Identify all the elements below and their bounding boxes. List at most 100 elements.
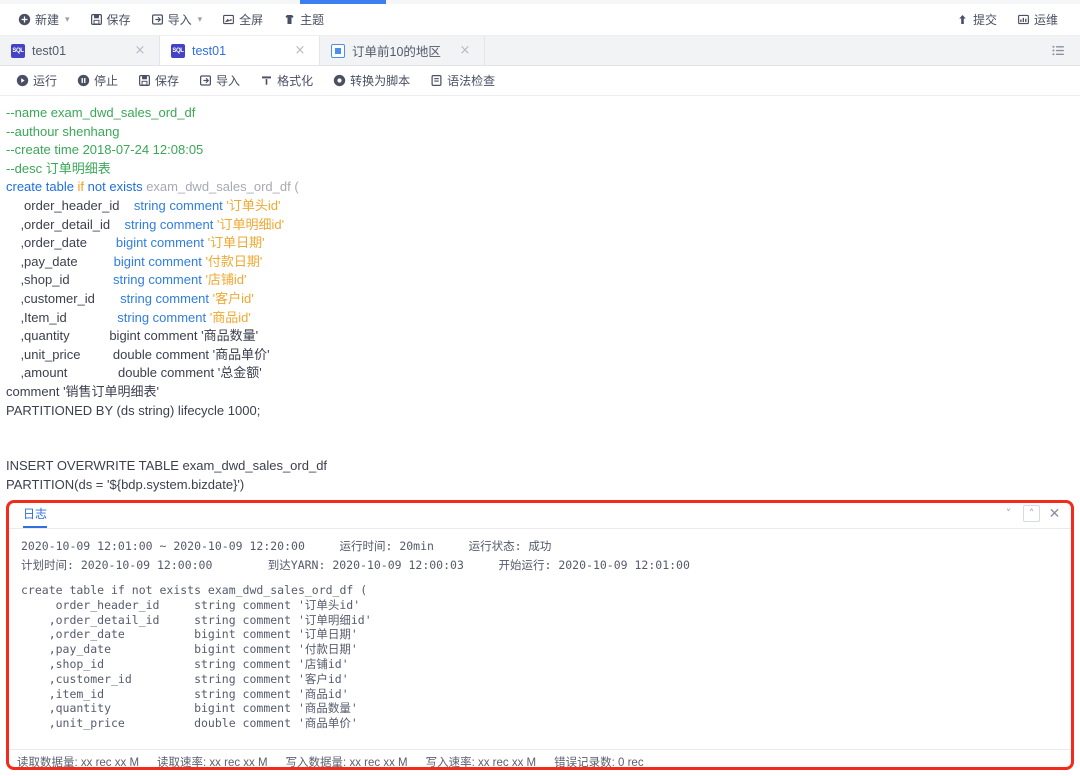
status-item-value: xx rec xx M — [477, 756, 537, 769]
tab-list-icon[interactable] — [1037, 36, 1080, 65]
sql-file-icon: SQL — [11, 43, 25, 58]
convert-script-button-label: 转换为脚本 — [350, 74, 411, 88]
editor-line: ,pay_date bigint comment '付款日期' — [6, 253, 1080, 272]
editor-toolbar: 运行 停止 保存 导入 格式化 转换为脚本 语法检查 — [0, 66, 1080, 96]
save-icon — [90, 13, 103, 26]
save-icon — [138, 74, 151, 87]
syntax-check-button-label: 语法检查 — [447, 74, 496, 88]
new-button[interactable]: 新建 ▾ — [8, 8, 80, 32]
import-button-label: 导入 — [167, 13, 192, 27]
expand-up-icon[interactable]: ˄ — [1023, 505, 1040, 522]
editor-token: comment '销售订单明细表' — [6, 383, 160, 399]
tab-log[interactable]: 日志 — [23, 505, 48, 528]
editor-token: exam_dwd_sales_ord_df ( — [146, 179, 299, 195]
tab-order-top10-region[interactable]: 订单前10的地区 × — [320, 36, 485, 65]
editor-token: string comment — [120, 290, 210, 306]
editor-line: ,Item_id string comment '商品id' — [6, 309, 1080, 328]
editor-token: ,customer_id — [6, 290, 121, 306]
tab-bar: SQL test01 × SQL test01 × 订单前10的地区 × — [0, 36, 1080, 66]
chart-file-icon — [331, 43, 345, 58]
editor-token: ,quantity bigint comment '商品数量' — [6, 328, 259, 344]
status-item-label: 写入速率: — [425, 756, 478, 769]
editor-token: PARTITIONED BY (ds string) lifecycle 100… — [6, 402, 261, 418]
editor-line: create table if not exists exam_dwd_sale… — [6, 178, 1080, 197]
close-icon[interactable]: ✕ — [1046, 505, 1063, 522]
tab-label: test01 — [32, 43, 67, 58]
stop-button[interactable]: 停止 — [67, 69, 128, 93]
log-panel: 日志 ˅ ˄ ✕ 2020-10-09 12:01:00 ~ 2020-10-0… — [9, 503, 1071, 767]
editor-save-button-label: 保存 — [155, 74, 180, 88]
editor-token: create table — [6, 179, 78, 195]
editor-import-button[interactable]: 导入 — [189, 69, 250, 93]
editor-token: ,order_date — [6, 235, 116, 251]
editor-line: PARTITION(ds = '${bdp.system.bizdate}') — [6, 476, 1080, 495]
format-icon — [260, 74, 273, 87]
editor-line: ,order_date bigint comment '订单日期' — [6, 234, 1080, 253]
editor-token: '付款日期' — [201, 253, 263, 269]
save-button-label: 保存 — [106, 13, 131, 27]
ops-button[interactable]: 运维 — [1007, 8, 1068, 32]
convert-script-button[interactable]: 转换为脚本 — [323, 69, 420, 93]
chevron-down-icon: ▾ — [197, 14, 203, 24]
run-button[interactable]: 运行 — [6, 69, 67, 93]
chevron-down-icon: ▾ — [65, 14, 70, 24]
sql-editor[interactable]: --name exam_dwd_sales_ord_df --authour sh… — [0, 96, 1080, 496]
editor-token: ,order_detail_id — [6, 216, 125, 232]
play-icon — [16, 74, 29, 87]
editor-line: --authour shenhang — [6, 123, 1080, 142]
tab-close-icon[interactable]: × — [293, 44, 307, 58]
tab-test01-2[interactable]: SQL test01 × — [160, 36, 320, 65]
editor-token: order_header_id — [6, 197, 134, 213]
format-button[interactable]: 格式化 — [250, 69, 323, 93]
editor-line: INSERT OVERWRITE TABLE exam_dwd_sales_or… — [6, 457, 1080, 476]
log-body[interactable]: create table if not exists exam_dwd_sale… — [9, 577, 1071, 735]
editor-token: '订单日期' — [204, 235, 265, 251]
editor-token: --create time 2018-07-24 12:08:05 — [6, 142, 204, 158]
status-item-value: xx rec xx M — [209, 756, 268, 769]
upload-arrow-icon — [956, 13, 969, 26]
status-item: 读取数据量: xx rec xx M — [17, 754, 139, 770]
submit-button[interactable]: 提交 — [946, 8, 1007, 32]
plus-circle-icon — [18, 13, 31, 26]
editor-token: ,Item_id — [6, 309, 118, 325]
editor-token: string comment — [124, 216, 214, 232]
main-toolbar-right: 提交 运维 — [946, 8, 1080, 32]
editor-line: ,shop_id string comment '店铺id' — [6, 271, 1080, 290]
editor-line: order_header_id string comment '订单头id' — [6, 197, 1080, 216]
syntax-check-button[interactable]: 语法检查 — [420, 69, 505, 93]
theme-button[interactable]: 主题 — [273, 8, 334, 32]
log-panel-controls: ˅ ˄ ✕ — [1000, 505, 1063, 522]
log-meta-line-2: 计划时间: 2020-10-09 12:00:00 到达YARN: 2020-1… — [21, 558, 690, 572]
import-icon — [151, 13, 164, 26]
editor-line: ,order_detail_id string comment '订单明细id' — [6, 216, 1080, 235]
app-window: 新建 ▾ 保存 导入 ▾ 全屏 主题 提交 运维 SQL test01 × SQ… — [0, 0, 1080, 776]
fullscreen-button[interactable]: 全屏 — [212, 8, 273, 32]
editor-line: ,amount double comment '总金额' — [6, 364, 1080, 383]
tab-close-icon[interactable]: × — [133, 44, 147, 58]
tab-test01-1[interactable]: SQL test01 × — [0, 36, 160, 65]
editor-token: --desc 订单明细表 — [6, 160, 111, 176]
editor-token: --name exam_dwd_sales_ord_df — [6, 105, 196, 120]
pause-icon — [77, 74, 90, 87]
editor-line: ,customer_id string comment '客户id' — [6, 290, 1080, 309]
collapse-down-icon[interactable]: ˅ — [1000, 505, 1017, 522]
status-bar: 读取数据量: xx rec xx M 读取速率: xx rec xx M 写入数据量… — [9, 749, 1071, 773]
editor-token: PARTITION(ds = '${bdp.system.bizdate}') — [6, 476, 245, 492]
import-icon — [199, 74, 212, 87]
ops-button-label: 运维 — [1033, 13, 1058, 27]
editor-token: not exists — [84, 179, 147, 195]
tab-close-icon[interactable]: × — [458, 44, 472, 58]
editor-token: INSERT OVERWRITE TABLE exam_dwd_sales_or… — [6, 458, 328, 474]
editor-token: '客户id' — [209, 290, 254, 306]
submit-button-label: 提交 — [972, 13, 997, 27]
editor-token: ,amount double comment '总金额' — [6, 365, 262, 381]
editor-token: ,unit_price double comment '商品单价' — [6, 346, 270, 362]
editor-token: '商品id' — [206, 309, 251, 325]
import-button[interactable]: 导入 ▾ — [141, 8, 213, 32]
save-button[interactable]: 保存 — [80, 8, 141, 32]
fullscreen-icon — [222, 13, 235, 26]
new-button-label: 新建 — [35, 13, 60, 27]
editor-save-button[interactable]: 保存 — [128, 69, 189, 93]
editor-token: string comment — [117, 309, 207, 325]
